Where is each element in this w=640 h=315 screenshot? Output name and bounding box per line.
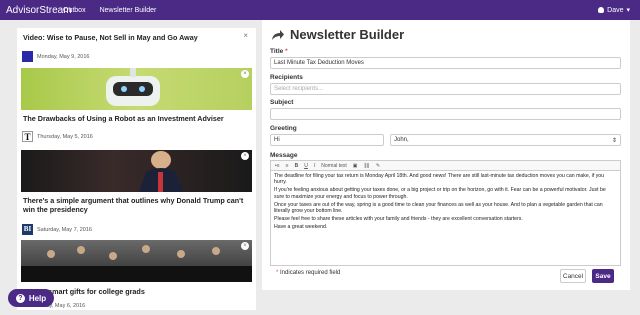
recipients-label: Recipients <box>270 74 303 81</box>
nav-outbox[interactable]: Outbox <box>63 7 86 14</box>
article-title[interactable]: Video: Wise to Pause, Not Sell in May an… <box>23 33 233 42</box>
title-input[interactable]: Last Minute Tax Deduction Moves <box>270 57 621 69</box>
greeting-input[interactable]: Hi <box>270 134 384 146</box>
article-card[interactable]: × There's a simple argument that outline… <box>21 150 252 238</box>
article-date: Thursday, May 5, 2016 <box>37 133 93 140</box>
user-menu[interactable]: Dave ▾ <box>598 6 630 14</box>
help-label: Help <box>28 293 47 303</box>
photo-image-icon <box>139 151 183 192</box>
message-label: Message <box>270 152 298 159</box>
list-icon[interactable]: •≡ <box>275 163 280 169</box>
image-icon[interactable]: ▣ <box>353 163 358 169</box>
recipients-input[interactable]: Select recipients... <box>270 83 621 95</box>
article-date: Saturday, May 7, 2016 <box>37 226 92 233</box>
select-arrows-icon: ⇕ <box>611 137 617 144</box>
robot-image-icon <box>106 68 160 106</box>
underline-button[interactable]: U <box>304 163 308 169</box>
caret-down-icon: ▾ <box>626 7 630 14</box>
text-style-select[interactable]: Normal text <box>321 163 347 169</box>
required-note: * Indicates required field <box>276 270 341 276</box>
align-icon[interactable]: ≡ <box>286 163 289 169</box>
message-paragraph: Once your taxes are out of the way, spri… <box>274 201 603 215</box>
close-icon[interactable]: × <box>241 70 249 78</box>
italic-button[interactable]: I <box>314 163 315 169</box>
question-icon: ? <box>15 293 25 303</box>
message-paragraph: The deadline for filing your tax return … <box>274 173 605 186</box>
editor-toolbar: •≡ ≡ B U I Normal text ▣ ⛓ ✎ <box>270 160 621 170</box>
article-title[interactable]: Money-smart gifts for college grads <box>23 287 248 296</box>
nav-newsletter-builder[interactable]: Newsletter Builder <box>100 7 157 14</box>
cancel-button[interactable]: Cancel <box>560 269 586 283</box>
source-logo-icon <box>22 51 33 62</box>
message-editor[interactable]: The deadline for filing your tax return … <box>270 170 621 266</box>
brand-logo[interactable]: AdvisorStream <box>0 5 72 16</box>
user-icon <box>598 7 605 13</box>
article-image: × <box>21 240 252 282</box>
greeting-name-select[interactable]: John, ⇕ <box>390 134 621 146</box>
source-logo-icon: T <box>22 131 33 142</box>
article-date: Monday, May 9, 2016 <box>37 53 90 60</box>
help-button[interactable]: ? Help <box>8 289 54 307</box>
source-logo-icon: BI <box>22 224 33 235</box>
message-paragraph: If you're feeling anxious about getting … <box>274 187 606 200</box>
top-navbar: AdvisorStream Outbox Newsletter Builder … <box>0 0 640 20</box>
page-title: Newsletter Builder <box>290 27 405 42</box>
crowd-image-icon <box>21 245 252 282</box>
newsletter-builder-panel: Newsletter Builder Title * Last Minute T… <box>262 20 630 290</box>
article-title[interactable]: The Drawbacks of Using a Robot as an Inv… <box>23 114 248 123</box>
message-paragraph: Have a great weekend. <box>274 224 328 231</box>
article-image: × <box>21 150 252 192</box>
save-button[interactable]: Save <box>592 269 614 283</box>
close-icon[interactable]: × <box>241 242 249 250</box>
share-arrow-icon <box>272 30 284 40</box>
article-image: × <box>21 68 252 110</box>
message-paragraph: Please feel free to share these articles… <box>274 216 523 223</box>
article-meta: Monday, May 9, 2016 <box>22 51 89 62</box>
close-icon[interactable]: × <box>241 152 249 160</box>
user-name: Dave <box>607 6 624 14</box>
article-title[interactable]: There's a simple argument that outlines … <box>23 196 248 214</box>
article-card[interactable]: Video: Wise to Pause, Not Sell in May an… <box>21 28 252 64</box>
article-meta: T Thursday, May 5, 2016 <box>22 131 93 142</box>
close-icon[interactable]: × <box>243 31 248 40</box>
greeting-label: Greeting <box>270 125 297 132</box>
article-feed: Video: Wise to Pause, Not Sell in May an… <box>17 28 256 310</box>
bold-button[interactable]: B <box>295 163 299 169</box>
subject-input[interactable] <box>270 108 621 120</box>
title-label: Title * <box>270 48 288 55</box>
subject-label: Subject <box>270 99 294 106</box>
article-card[interactable]: × Money-smart gifts for college grads Fr… <box>21 240 252 310</box>
link-icon[interactable]: ⛓ <box>364 163 370 169</box>
article-card[interactable]: × The Drawbacks of Using a Robot as an I… <box>21 68 252 145</box>
article-meta: BI Saturday, May 7, 2016 <box>22 224 92 235</box>
pencil-icon[interactable]: ✎ <box>376 163 380 169</box>
